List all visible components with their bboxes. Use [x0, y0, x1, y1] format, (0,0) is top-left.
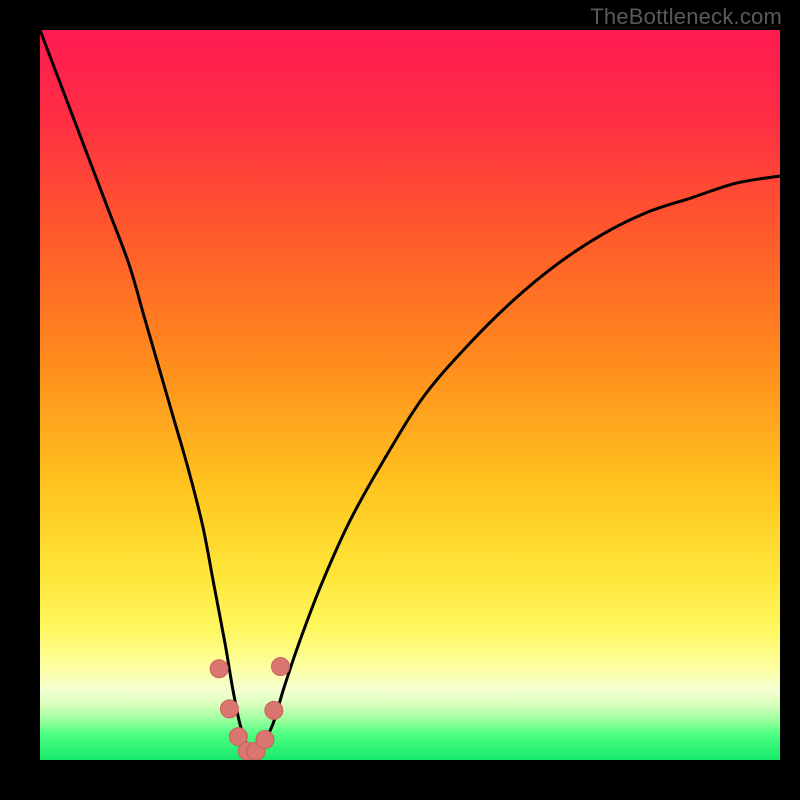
marker-point	[256, 731, 274, 749]
plot-area	[40, 30, 780, 760]
attribution-label: TheBottleneck.com	[590, 4, 782, 30]
gradient-background	[40, 30, 780, 760]
marker-point	[220, 700, 238, 718]
marker-point	[265, 701, 283, 719]
plot-svg	[40, 30, 780, 760]
chart-frame: TheBottleneck.com	[0, 0, 800, 800]
marker-point	[272, 658, 290, 676]
marker-point	[210, 660, 228, 678]
